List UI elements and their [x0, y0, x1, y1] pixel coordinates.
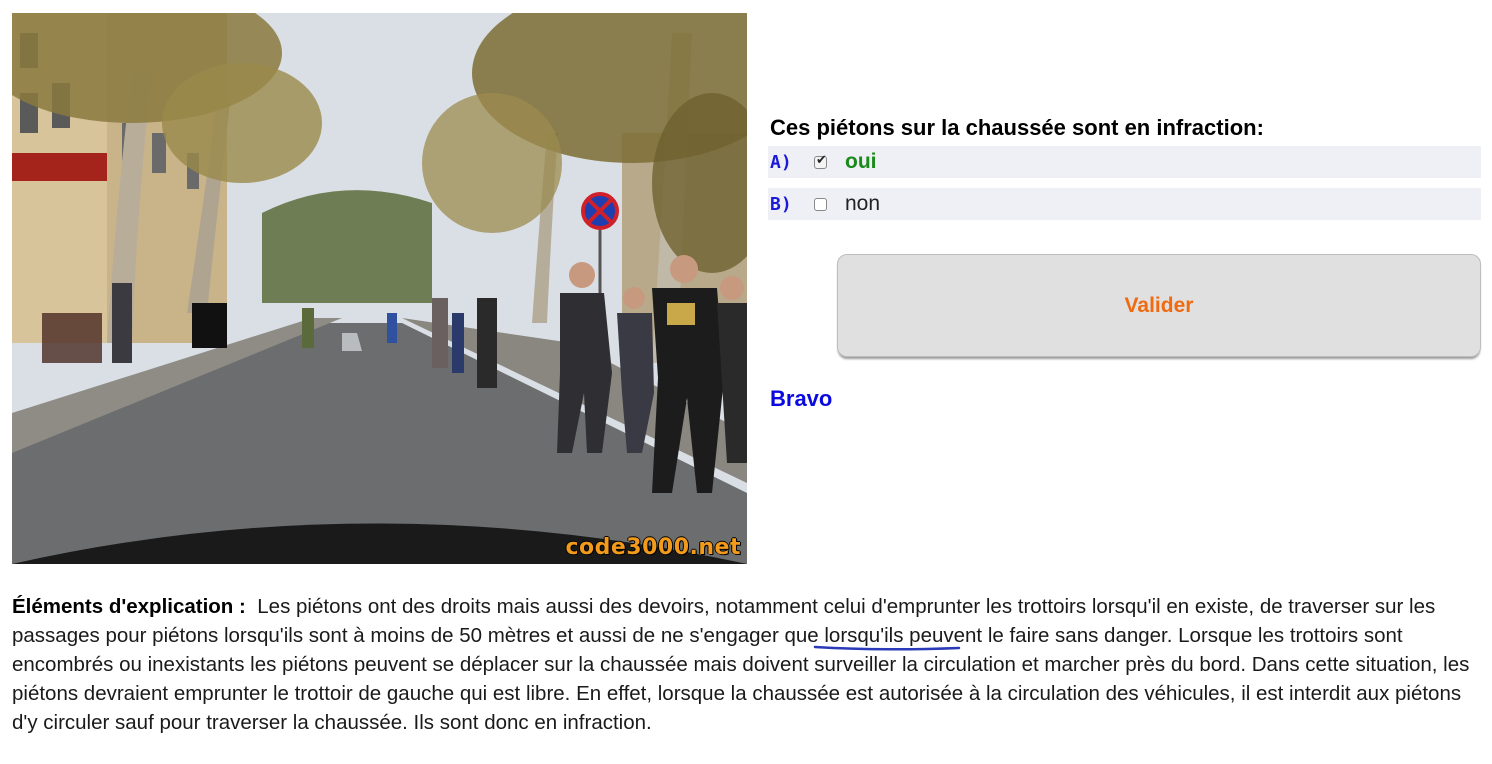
question-photo: code3000.net — [12, 13, 747, 564]
answer-letter: B) — [770, 193, 792, 215]
street-scene-image — [12, 13, 747, 564]
answer-label: oui — [845, 150, 877, 173]
answer-checkbox[interactable] — [814, 197, 827, 211]
explanation-heading: Éléments d'explication : — [12, 595, 246, 618]
question-text: Ces piétons sur la chaussée sont en infr… — [770, 115, 1264, 140]
validate-button[interactable]: Valider — [837, 254, 1481, 357]
answer-letter: A) — [770, 151, 792, 173]
answer-checkbox[interactable]: ✔ — [814, 152, 827, 169]
explanation-paragraph: Éléments d'explication : Les piétons ont… — [12, 592, 1482, 737]
answer-label: non — [845, 192, 881, 215]
result-message: Bravo — [770, 386, 833, 411]
answer-option-b[interactable]: B) non — [768, 188, 1481, 220]
annotation-underline — [813, 645, 961, 651]
answer-option-a[interactable]: A) ✔ oui — [768, 146, 1481, 178]
watermark-text: code3000.net — [565, 535, 741, 560]
checkmark-icon: ✔ — [816, 152, 827, 168]
